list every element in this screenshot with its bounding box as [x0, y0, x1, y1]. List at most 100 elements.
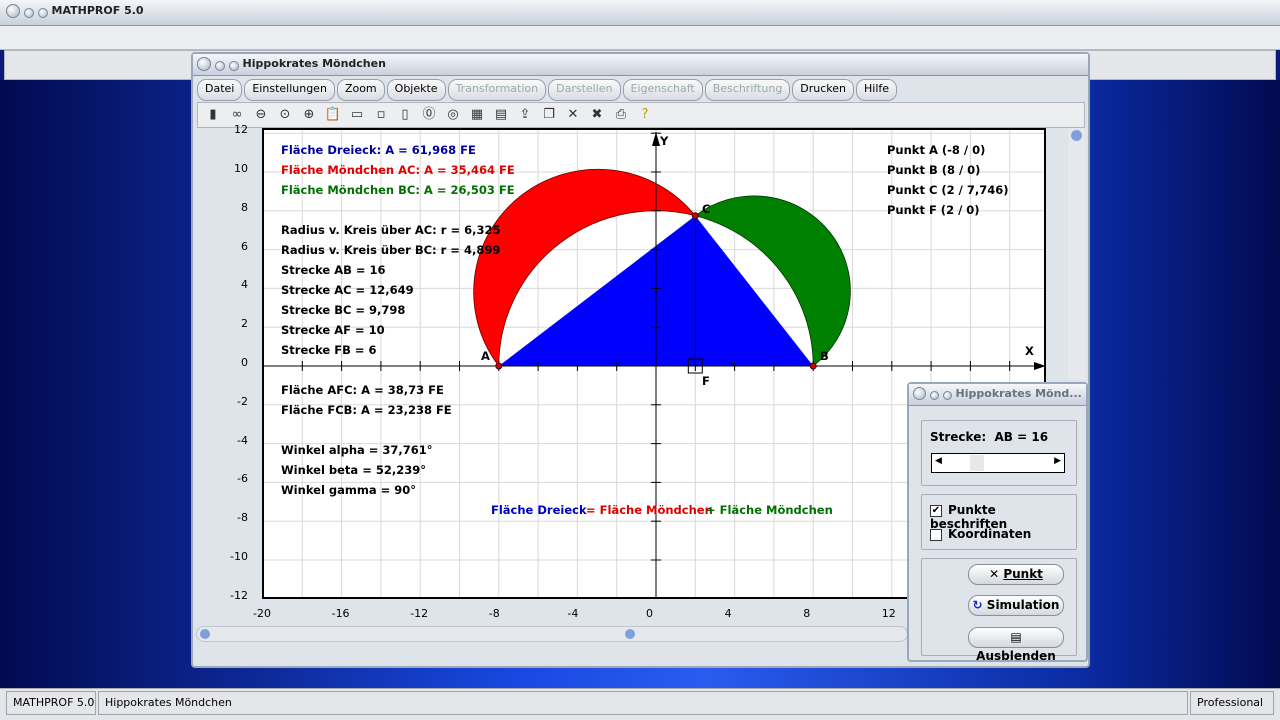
measure-label: Strecke BC = 9,798 [281, 303, 406, 317]
window-control-icon[interactable] [913, 387, 926, 400]
ab-slider[interactable]: ◀ ▶ [931, 453, 1065, 473]
area-label: Fläche Möndchen BC: A = 26,503 FE [281, 183, 515, 197]
zoom-in-icon[interactable]: ⊕ [300, 106, 318, 124]
frame-double-icon[interactable]: ▯ [396, 106, 414, 124]
window-control-icon[interactable] [37, 8, 48, 18]
window-control-icon[interactable] [197, 57, 211, 71]
window-control-icon[interactable] [23, 8, 34, 18]
point-coordinate-label: Punkt C (2 / 7,746) [887, 183, 1009, 197]
arrow-left-icon[interactable]: ◀ [935, 456, 942, 466]
control-dialog: Hippokrates Mönd... Strecke: AB = 16 ◀ ▶… [907, 382, 1088, 663]
circle-icon[interactable]: ⓪ [420, 106, 438, 124]
simulation-button[interactable]: ↻ Simulation [968, 595, 1064, 616]
point-marker [809, 362, 817, 370]
cross-double-icon[interactable]: ✖ [588, 106, 606, 124]
area-label: Fläche Dreieck: A = 61,968 FE [281, 143, 476, 157]
vertical-scrollbar[interactable] [1068, 128, 1085, 380]
scroll-left-button[interactable] [200, 629, 210, 639]
measure-label: Radius v. Kreis über BC: r = 4,899 [281, 243, 501, 257]
point-coordinate-label: Punkt A (-8 / 0) [887, 143, 986, 157]
x-tick-label: -16 [331, 607, 350, 620]
menu-zoom[interactable]: Zoom [336, 79, 385, 101]
window-titlebar[interactable]: Hippokrates Möndchen [193, 54, 1088, 76]
help-icon[interactable]: ? [636, 106, 654, 124]
checkbox-label: Koordinaten [948, 527, 1032, 541]
window-control-icon[interactable] [942, 391, 952, 400]
menu-transformation[interactable]: Transformation [447, 79, 547, 101]
glasses-icon[interactable]: ∞ [228, 106, 246, 124]
slider-group: Strecke: AB = 16 ◀ ▶ [921, 420, 1077, 486]
button-label: Simulation [986, 598, 1060, 612]
frame-icon[interactable]: ▫ [372, 106, 390, 124]
angle-label: Winkel beta = 52,239° [281, 463, 426, 477]
point-cross-icon: ✕ [989, 567, 1000, 581]
slider-thumb[interactable] [970, 455, 984, 471]
refresh-icon: ↻ [972, 598, 983, 612]
y-tick-label: -2 [237, 394, 248, 408]
checkbox-icon[interactable]: ✔ [930, 504, 942, 517]
printer-icon[interactable]: ⎙ [612, 106, 630, 124]
zoom-out-icon[interactable]: ⊖ [252, 106, 270, 124]
document-icon[interactable]: ▤ [492, 106, 510, 124]
export-icon[interactable]: ⇪ [516, 106, 534, 124]
menu-datei[interactable]: Datei [197, 79, 243, 101]
window-icon[interactable]: ▮ [204, 106, 222, 124]
window-control-icon[interactable] [6, 4, 20, 18]
app-menubar [0, 26, 1280, 50]
y-axis-arrow [652, 132, 660, 146]
button-label: Punkt [1003, 567, 1043, 581]
menu-drucken[interactable]: Drucken [792, 79, 855, 101]
point-marker [495, 362, 503, 370]
window-control-icon[interactable] [214, 61, 225, 71]
scroll-thumb[interactable] [625, 629, 635, 639]
y-tick-label: 8 [241, 200, 248, 214]
slider-label: Strecke: AB = 16 [930, 430, 1049, 444]
checkbox-icon[interactable] [930, 528, 942, 541]
horizontal-scrollbar[interactable] [196, 626, 908, 642]
menu-darstellen[interactable]: Darstellen [548, 79, 621, 101]
status-document: Hippokrates Möndchen [98, 691, 1188, 715]
menu-eigenschaft[interactable]: Eigenschaft [622, 79, 703, 101]
ausblenden-button[interactable]: ▤ Ausblenden [968, 627, 1064, 663]
y-tick-label: -12 [230, 588, 248, 602]
window-control-icon[interactable] [929, 391, 939, 400]
status-bar: MATHPROF 5.0 Hippokrates Möndchen Profes… [0, 688, 1280, 720]
button-label: Ausblenden [976, 649, 1056, 663]
y-tick-label: 4 [241, 278, 248, 292]
status-edition: Professional [1190, 691, 1274, 715]
buttons-group: ✕ Punkt ↻ Simulation ▤ Ausblenden [921, 558, 1077, 663]
menu-objekte[interactable]: Objekte [386, 79, 446, 101]
menu-einstellungen[interactable]: Einstellungen [244, 79, 335, 101]
layout-icon[interactable]: ▭ [348, 106, 366, 124]
menu-hilfe[interactable]: Hilfe [856, 79, 898, 101]
table-icon[interactable]: ▦ [468, 106, 486, 124]
scroll-thumb[interactable] [1071, 130, 1082, 141]
point-label-f: F [702, 374, 710, 388]
x-tick-label: 0 [646, 607, 653, 620]
circle-at-icon[interactable]: ◎ [444, 106, 462, 124]
menu-bar: Datei Einstellungen Zoom Objekte Transformat… [197, 79, 898, 101]
window-control-icon[interactable] [228, 61, 239, 71]
toolbar: ▮ ∞ ⊖ ⊙ ⊕ 📋 ▭ ▫ ▯ ⓪ ◎ ▦ ▤ ⇪ ❐ ✕ ✖ ⎙? [197, 102, 1085, 128]
window-title: Hippokrates Möndchen [242, 57, 386, 70]
measure-label: Radius v. Kreis über AC: r = 6,325 [281, 223, 501, 237]
cross-icon[interactable]: ✕ [564, 106, 582, 124]
dialog-titlebar[interactable]: Hippokrates Mönd... [909, 384, 1086, 406]
y-tick-label: -6 [237, 472, 248, 486]
status-app: MATHPROF 5.0 [6, 691, 96, 715]
options-group: ✔ Punkte beschriften Koordinaten [921, 494, 1077, 550]
menu-beschriftung[interactable]: Beschriftung [704, 79, 791, 101]
zoom-reset-icon[interactable]: ⊙ [276, 106, 294, 124]
punkt-button[interactable]: ✕ Punkt [968, 564, 1064, 585]
arrow-right-icon[interactable]: ▶ [1054, 456, 1061, 466]
x-tick-label: -8 [488, 607, 500, 620]
angle-label: Winkel alpha = 37,761° [281, 443, 433, 457]
equation-text: Fläche Dreieck [491, 503, 587, 517]
copy-icon[interactable]: ❐ [540, 106, 558, 124]
clipboard-icon[interactable]: 📋 [324, 106, 342, 124]
y-tick-label: 12 [234, 123, 248, 137]
x-tick-label: -20 [253, 607, 271, 620]
x-tick-label: 12 [881, 607, 896, 620]
y-tick-label: 0 [241, 356, 248, 369]
checkbox-koordinaten[interactable]: Koordinaten [930, 527, 1031, 541]
